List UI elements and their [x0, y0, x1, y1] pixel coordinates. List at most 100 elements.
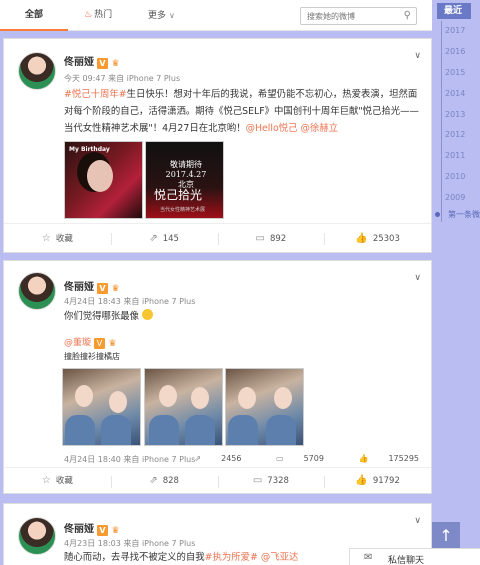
favorite-button[interactable]: ☆ 收藏 [4, 224, 111, 254]
post-meta: 4月24日 18:43 来自 iPhone 7 Plus [64, 297, 196, 306]
level-icon: ♛ [108, 339, 117, 349]
comment-icon: ▭ [252, 475, 263, 486]
level-icon: ♛ [111, 59, 120, 69]
forward-button[interactable]: ⇗ 145 [110, 224, 218, 254]
face-shape [274, 387, 292, 409]
verified-icon: V [94, 338, 106, 349]
verified-icon: V [97, 525, 108, 536]
figure-shape [266, 415, 296, 445]
comment-count: 892 [269, 234, 287, 244]
post-body: 你们觉得哪张最像 [64, 311, 140, 322]
figure-shape [185, 415, 215, 445]
quoted-comment-count: 5709 [303, 454, 324, 463]
year-item[interactable]: 2009 [442, 188, 480, 209]
avatar[interactable] [18, 52, 56, 90]
forward-count: 828 [162, 476, 179, 486]
year-item[interactable]: 2011 [442, 146, 480, 167]
poster-title: 悦己拾光 [154, 188, 203, 202]
comment-icon: ▭ [276, 454, 284, 463]
post-image[interactable] [62, 368, 141, 446]
figure-shape [65, 415, 95, 445]
back-to-top-button[interactable]: ↑ [432, 522, 460, 550]
search-input[interactable] [301, 8, 391, 24]
mention-link[interactable]: @徐赫立 [300, 123, 338, 134]
figure-shape [228, 415, 258, 445]
post-card: 佟丽娅 V ♛ 今天 09:47 来自 iPhone 7 Plus ∨ #悦己十周年… [3, 38, 432, 253]
year-timeline: 最近 2017 2016 2015 2014 2013 2012 2011 20… [435, 3, 480, 223]
year-list: 2017 2016 2015 2014 2013 2012 2011 2010 … [435, 21, 480, 223]
post-author[interactable]: 佟丽娅 V ♛ [64, 278, 121, 295]
year-item[interactable]: 2013 [442, 105, 480, 126]
avatar[interactable] [18, 517, 56, 555]
tab-hot[interactable]: ♨ 热门 [84, 0, 112, 31]
search-box: ⚲ [300, 7, 417, 25]
hashtag-link[interactable]: #悦己十周年# [64, 89, 127, 100]
verified-icon: V [97, 283, 108, 294]
favorite-button[interactable]: ☆ 收藏 [4, 467, 111, 495]
first-post-link[interactable]: 第一条微 [435, 209, 480, 220]
comment-button[interactable]: ▭ 7328 [217, 467, 325, 495]
post-author[interactable]: 佟丽娅 V ♛ [64, 53, 121, 70]
post-meta: 今天 09:47 来自 iPhone 7 Plus [64, 74, 181, 83]
quoted-like[interactable]: 👍 175295 [342, 454, 419, 463]
post-text: 随心而动，去寻找不被定义的自我#执为所爱# @飞亚达 [64, 549, 354, 565]
year-item[interactable]: 2017 [442, 21, 480, 42]
like-button[interactable]: 👍 25303 [324, 224, 431, 254]
tab-more[interactable]: 更多 ∨ [148, 0, 175, 31]
mention-link[interactable]: @飞亚达 [261, 552, 299, 563]
thumbs-up-icon: 👍 [355, 233, 368, 244]
tab-hot-label: 热门 [94, 10, 113, 20]
post-text: 你们觉得哪张最像 [64, 308, 422, 325]
year-item[interactable]: 2014 [442, 84, 480, 105]
tab-all[interactable]: 全部 [0, 0, 68, 31]
post-image[interactable] [225, 368, 304, 446]
face-shape [75, 385, 93, 407]
year-recent[interactable]: 最近 [437, 3, 471, 19]
chevron-down-icon[interactable]: ∨ [414, 273, 421, 283]
year-item[interactable]: 2012 [442, 125, 480, 146]
year-item[interactable]: 2010 [442, 167, 480, 188]
favorite-label: 收藏 [55, 476, 73, 486]
post-image[interactable]: My Birthday [64, 141, 143, 219]
star-icon: ☆ [41, 233, 51, 244]
author-name: 佟丽娅 [64, 524, 94, 535]
year-item[interactable]: 2016 [442, 42, 480, 63]
chevron-down-icon[interactable]: ∨ [414, 51, 421, 61]
comment-button[interactable]: ▭ 892 [217, 224, 325, 254]
envelope-icon: ✉ [364, 552, 373, 563]
post-image[interactable]: 敬请期待 2017.4.27 北京 悦己拾光 当代女性精神艺术展 [145, 141, 224, 219]
level-icon: ♛ [111, 526, 120, 536]
comment-count: 7328 [267, 476, 289, 486]
author-name: 佟丽娅 [64, 57, 94, 68]
quoted-author-link[interactable]: @董璇 [64, 338, 91, 348]
quoted-comment[interactable]: ▭ 5709 [260, 454, 324, 463]
arrow-up-icon: ↑ [439, 526, 453, 545]
post-body: 随心而动，去寻找不被定义的自我 [64, 552, 205, 563]
favorite-label: 收藏 [55, 234, 73, 244]
level-icon: ♛ [111, 284, 120, 294]
like-count: 25303 [372, 234, 400, 244]
poster-subtitle: 当代女性精神艺术展 [160, 207, 206, 213]
post-image[interactable] [144, 368, 223, 446]
forward-button[interactable]: ⇗ 828 [110, 467, 218, 495]
thumbs-up-icon: 👍 [358, 454, 369, 463]
quoted-author: @董璇 V ♛ [64, 335, 118, 350]
like-count: 91792 [372, 476, 400, 486]
mention-link[interactable]: @Hello悦己 [246, 123, 298, 134]
image-caption: My Birthday [69, 146, 110, 153]
quoted-like-count: 175295 [388, 454, 419, 463]
tab-bar: 全部 ♨热门 更多∨ ⚲ [0, 0, 432, 31]
search-icon[interactable]: ⚲ [404, 10, 411, 21]
post-author[interactable]: 佟丽娅 V ♛ [64, 520, 121, 537]
hashtag-link[interactable]: #执为所爱# [205, 552, 258, 563]
portrait-shape [87, 160, 113, 192]
year-item[interactable]: 2015 [442, 63, 480, 84]
forward-icon: ⇗ [194, 454, 202, 463]
forward-icon: ⇗ [149, 475, 158, 486]
avatar[interactable] [18, 272, 56, 310]
quoted-forward[interactable]: ⇗ 2456 [178, 454, 241, 463]
chevron-down-icon[interactable]: ∨ [414, 516, 421, 526]
message-bar[interactable]: ✉ 私信聊天 [349, 548, 480, 565]
emoji-icon [142, 309, 153, 320]
like-button[interactable]: 👍 91792 [324, 467, 431, 495]
